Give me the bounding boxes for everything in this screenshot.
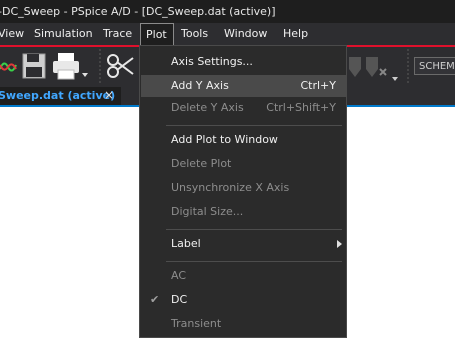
save-icon[interactable] <box>22 53 46 82</box>
menu-tools[interactable]: Tools <box>181 23 208 45</box>
menu-view[interactable]: View <box>0 23 24 45</box>
menu-simulation[interactable]: Simulation <box>34 23 93 45</box>
menu-item-transient[interactable]: Transient <box>141 313 346 335</box>
menu-separator <box>166 229 342 230</box>
window-title: -DC_Sweep - PSpice A/D - [DC_Sweep.dat (… <box>0 5 276 18</box>
tab-dc-sweep[interactable]: Sweep.dat (active) × <box>0 87 121 105</box>
menu-item-label: Delete Y Axis <box>171 101 244 114</box>
schematic-combo[interactable]: SCHEM <box>414 57 455 75</box>
menu-item-shortcut: Ctrl+Y <box>300 79 336 92</box>
menu-item-unsynchronize-x-axis[interactable]: Unsynchronize X Axis <box>141 177 346 199</box>
submenu-arrow-icon <box>337 240 342 248</box>
menu-window[interactable]: Window <box>224 23 267 45</box>
menu-item-label: Delete Plot <box>171 157 232 170</box>
title-bar: -DC_Sweep - PSpice A/D - [DC_Sweep.dat (… <box>0 0 455 23</box>
menu-item-shortcut: Ctrl+Shift+Y <box>266 101 336 114</box>
menu-item-delete-y-axis[interactable]: Delete Y Axis Ctrl+Shift+Y <box>141 97 346 119</box>
menu-item-label: Label <box>171 237 201 250</box>
menu-item-label: Add Y Axis <box>171 79 229 92</box>
menu-item-label-submenu[interactable]: Label <box>141 233 346 255</box>
marker-icon[interactable] <box>347 55 363 84</box>
menu-item-label: Axis Settings... <box>171 55 253 68</box>
waveform-icon[interactable] <box>0 57 18 80</box>
print-icon[interactable] <box>52 51 88 84</box>
menu-separator <box>166 261 342 262</box>
plot-menu-dropdown: Axis Settings... Add Y Axis Ctrl+Y Delet… <box>139 45 347 338</box>
menu-item-add-y-axis[interactable]: Add Y Axis Ctrl+Y <box>141 75 346 97</box>
checkmark-icon: ✔ <box>150 293 160 306</box>
menu-item-label: Add Plot to Window <box>171 133 278 146</box>
menu-item-label: Unsynchronize X Axis <box>171 181 290 194</box>
menu-item-axis-settings[interactable]: Axis Settings... <box>141 51 346 73</box>
menu-item-label: AC <box>171 269 187 282</box>
menu-item-add-plot-to-window[interactable]: Add Plot to Window <box>141 129 346 151</box>
menu-help[interactable]: Help <box>283 23 308 45</box>
menu-item-label: Digital Size... <box>171 205 244 218</box>
tab-label: Sweep.dat (active) <box>0 89 116 102</box>
close-icon[interactable]: × <box>104 87 114 104</box>
menu-item-label: Transient <box>171 317 222 330</box>
menu-bar: View Simulation Trace Plot Tools Window … <box>0 23 455 45</box>
cut-icon[interactable] <box>106 53 134 82</box>
toolbar-separator-2 <box>406 49 410 86</box>
menu-item-dc[interactable]: ✔ DC <box>141 289 346 311</box>
menu-item-label: DC <box>171 293 188 306</box>
menu-separator <box>166 125 342 126</box>
toolbar-separator <box>98 49 102 86</box>
menu-item-digital-size[interactable]: Digital Size... <box>141 201 346 223</box>
menu-item-ac[interactable]: AC <box>141 265 346 287</box>
marker-delete-icon[interactable] <box>366 55 400 86</box>
menu-item-delete-plot[interactable]: Delete Plot <box>141 153 346 175</box>
menu-trace[interactable]: Trace <box>103 23 132 45</box>
menu-plot[interactable]: Plot <box>140 23 174 45</box>
